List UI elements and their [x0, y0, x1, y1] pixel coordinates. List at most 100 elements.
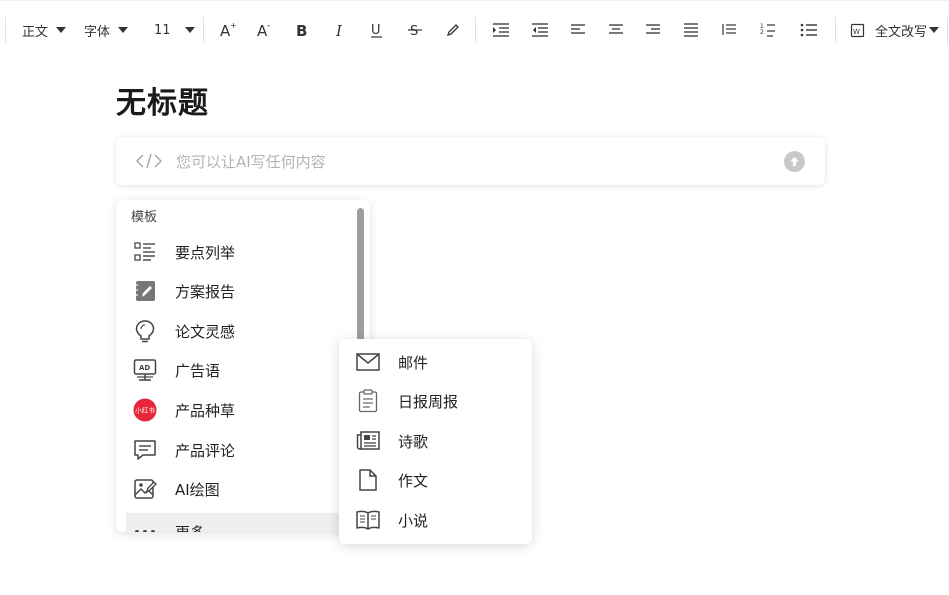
- justify-button[interactable]: [683, 16, 699, 44]
- justify-icon: [684, 23, 698, 37]
- template-item-more[interactable]: 更多: [126, 513, 354, 532]
- strikethrough-icon: S: [408, 24, 422, 39]
- svg-text:S: S: [410, 24, 418, 39]
- line-spacing-button[interactable]: [721, 16, 737, 44]
- align-left-button[interactable]: [570, 16, 586, 44]
- toolbar-divider: [475, 17, 476, 43]
- toolbar-divider: [203, 17, 204, 43]
- svg-text:U: U: [371, 23, 381, 38]
- numbered-list-button[interactable]: 12: [760, 16, 776, 44]
- numbered-list-icon: 12: [760, 23, 775, 37]
- more-submenu: 邮件 日报周报 诗歌 作文 小说: [339, 339, 532, 544]
- bullet-list-icon: [800, 23, 817, 37]
- template-menu-header: 模板: [131, 210, 158, 225]
- ai-image-icon: [132, 476, 158, 502]
- template-item-report[interactable]: 方案报告: [126, 272, 354, 310]
- font-family-dropdown[interactable]: 字体: [84, 16, 129, 44]
- align-right-icon: [646, 24, 660, 34]
- highlight-button[interactable]: [445, 16, 461, 44]
- svg-text:W: W: [853, 28, 860, 36]
- template-item-label: 产品评论: [175, 441, 236, 460]
- svg-text:-: -: [267, 21, 270, 31]
- submenu-item-daily-weekly[interactable]: 日报周报: [349, 383, 522, 419]
- align-center-icon: [609, 24, 623, 34]
- submenu-item-label: 邮件: [398, 353, 429, 372]
- template-item-label: 广告语: [175, 361, 221, 380]
- submenu-item-essay[interactable]: 作文: [349, 462, 522, 498]
- xiaohongshu-icon: 小红书: [132, 397, 158, 423]
- template-item-thesis-ideas[interactable]: 论文灵感: [126, 312, 354, 350]
- template-menu: 模板 要点列举 方案报告 论文灵感 AD 广告语 小红书 产品种草 产品评论 A…: [116, 200, 370, 532]
- decrease-font-button[interactable]: A-: [256, 16, 274, 44]
- svg-text:+: +: [230, 21, 237, 30]
- pen-icon: [446, 24, 459, 37]
- strikethrough-button[interactable]: S: [407, 16, 423, 44]
- submenu-item-email[interactable]: 邮件: [349, 344, 522, 380]
- italic-button[interactable]: I: [333, 16, 347, 44]
- ad-board-icon: AD: [132, 357, 158, 383]
- bold-button[interactable]: B: [294, 16, 310, 44]
- template-item-label: 方案报告: [175, 282, 236, 301]
- document-title[interactable]: 无标题: [116, 78, 209, 122]
- toolbar-divider: [5, 17, 6, 43]
- increase-font-button[interactable]: A +: [219, 16, 237, 44]
- bullet-list-button[interactable]: [800, 16, 818, 44]
- rewrite-all-dropdown[interactable]: W 全文改写: [850, 16, 940, 44]
- outdent-button[interactable]: [531, 16, 549, 44]
- submenu-item-label: 小说: [398, 511, 429, 530]
- font-size-value: 11: [154, 22, 171, 38]
- ai-prompt-input[interactable]: [174, 148, 778, 176]
- template-item-product-seeding[interactable]: 小红书 产品种草: [126, 391, 354, 429]
- submenu-item-label: 诗歌: [398, 432, 429, 451]
- line-spacing-icon: [722, 24, 736, 35]
- paragraph-style-dropdown[interactable]: 正文: [22, 16, 67, 44]
- indent-button[interactable]: [492, 16, 510, 44]
- font-size-dropdown[interactable]: 11: [154, 16, 195, 44]
- template-item-ai-drawing[interactable]: AI绘图: [126, 470, 354, 508]
- svg-text:I: I: [335, 22, 343, 39]
- chevron-down-icon: [929, 27, 940, 33]
- rewrite-icon: W: [850, 23, 865, 38]
- svg-text:AD: AD: [139, 364, 150, 372]
- clipboard-icon: [355, 388, 381, 414]
- italic-icon: I: [335, 22, 343, 39]
- chevron-down-icon: [56, 27, 67, 33]
- comment-icon: [132, 437, 158, 463]
- menu-scrollbar[interactable]: [357, 208, 364, 350]
- underline-button[interactable]: U: [369, 16, 385, 44]
- arrow-up-icon: [790, 157, 799, 166]
- font-family-value: 字体: [84, 24, 111, 40]
- report-icon: [132, 278, 158, 304]
- chevron-down-icon: [184, 27, 195, 33]
- decrease-font-icon: A-: [257, 21, 270, 39]
- submenu-item-label: 作文: [398, 471, 429, 490]
- svg-text:B: B: [296, 22, 307, 39]
- more-dots-icon: [132, 519, 158, 532]
- xiaohongshu-badge-text: 小红书: [135, 406, 155, 415]
- bullet-list-icon: [132, 239, 158, 265]
- indent-icon: [493, 23, 509, 37]
- align-center-button[interactable]: [608, 16, 624, 44]
- align-right-button[interactable]: [645, 16, 661, 44]
- rewrite-all-label: 全文改写: [875, 24, 928, 40]
- template-item-product-review[interactable]: 产品评论: [126, 431, 354, 469]
- template-item-label: 产品种草: [175, 401, 236, 420]
- toolbar-divider: [835, 17, 836, 43]
- ai-prompt-box: [116, 137, 825, 185]
- template-item-label: 要点列举: [175, 243, 236, 262]
- submenu-item-novel[interactable]: 小说: [349, 502, 522, 538]
- toolbar: 正文 字体 11 A + A- B I U S 1 2 W 全文改写: [0, 0, 949, 59]
- mail-icon: [355, 349, 381, 375]
- template-item-label: 论文灵感: [175, 322, 236, 341]
- submenu-item-poetry[interactable]: 诗歌: [349, 423, 522, 459]
- lightbulb-icon: [132, 318, 158, 344]
- align-left-icon: [571, 24, 585, 34]
- paragraph-style-value: 正文: [22, 24, 49, 40]
- template-item-key-points[interactable]: 要点列举: [126, 233, 354, 271]
- code-icon: [136, 151, 162, 175]
- send-button[interactable]: [784, 151, 805, 172]
- template-item-slogan[interactable]: AD 广告语: [126, 351, 354, 389]
- newspaper-icon: [355, 428, 381, 454]
- book-icon: [355, 507, 381, 533]
- outdent-icon: [532, 23, 548, 37]
